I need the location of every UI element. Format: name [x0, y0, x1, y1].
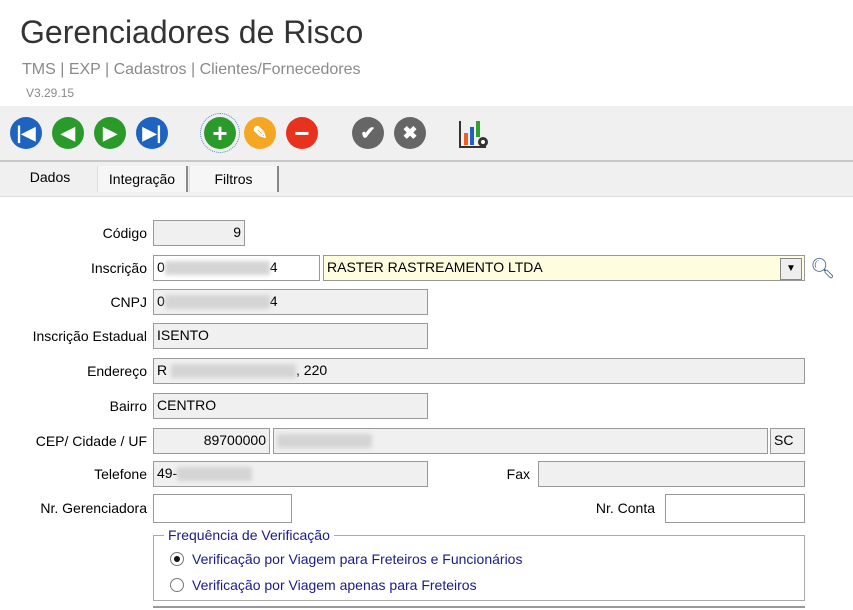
divider [153, 606, 805, 608]
ie-label: Inscrição Estadual [32, 328, 147, 344]
version-label: V3.29.15 [26, 86, 75, 100]
cnpj-prefix: 0 [157, 293, 165, 309]
nr-gerenciadora-field[interactable] [153, 494, 292, 523]
add-icon[interactable]: + [200, 113, 240, 153]
radio-label: Verificação por Viagem apenas para Frete… [192, 577, 477, 593]
fax-field[interactable] [538, 461, 805, 487]
radio-freteiros-funcionarios[interactable]: Verificação por Viagem para Freteiros e … [170, 551, 522, 567]
breadcrumb: TMS | EXP | Cadastros | Clientes/Fornece… [22, 61, 361, 78]
first-record-icon[interactable]: |◀ [10, 117, 42, 149]
radio-apenas-freteiros[interactable]: Verificação por Viagem apenas para Frete… [170, 577, 477, 593]
frequencia-groupbox: Frequência de Verificação Verificação po… [153, 527, 805, 601]
search-icon[interactable]: 🔍︎ [810, 256, 835, 281]
endereco-field[interactable]: R , 220 [153, 358, 805, 384]
cep-field[interactable]: 89700000 [153, 428, 270, 454]
inscricao-suffix: 4 [269, 259, 278, 275]
bairro-field[interactable]: CENTRO [153, 393, 428, 419]
telefone-field[interactable]: 49- [153, 461, 428, 487]
chevron-down-icon[interactable]: ▼ [780, 258, 802, 280]
report-settings-icon[interactable] [458, 117, 490, 149]
cep-label: CEP/ Cidade / UF [35, 433, 147, 449]
inscricao-name-combo[interactable]: RASTER RASTREAMENTO LTDA ▼ [323, 255, 805, 281]
cancel-icon[interactable]: ✖ [394, 117, 426, 149]
uf-field[interactable]: SC [770, 428, 805, 454]
cidade-field[interactable] [273, 428, 768, 454]
radio-unselected-icon[interactable] [170, 578, 184, 592]
radio-label: Verificação por Viagem para Freteiros e … [192, 551, 523, 567]
cnpj-suffix: 4 [269, 293, 278, 309]
tab-filtros[interactable]: Filtros [189, 166, 279, 192]
inscricao-name: RASTER RASTREAMENTO LTDA [327, 259, 543, 275]
endereco-suffix: , 220 [296, 362, 328, 378]
endereco-label: Endereço [87, 363, 147, 379]
ie-field[interactable]: ISENTO [153, 323, 428, 349]
confirm-icon[interactable]: ✔ [352, 117, 384, 149]
telefone-prefix: 49- [157, 465, 178, 481]
nr-conta-field[interactable] [665, 494, 805, 523]
previous-record-icon[interactable]: ◀ [52, 117, 84, 149]
nr-gerenciadora-label: Nr. Gerenciadora [40, 500, 147, 516]
redacted [164, 295, 270, 310]
codigo-field[interactable]: 9 [153, 220, 245, 246]
fax-label: Fax [506, 466, 530, 482]
redacted [277, 434, 372, 449]
radio-selected-icon[interactable] [170, 552, 184, 566]
redacted [177, 467, 253, 482]
bairro-label: Bairro [109, 398, 147, 414]
endereco-prefix: R [157, 362, 168, 378]
cnpj-field[interactable]: 04 [153, 289, 428, 315]
toolbar: |◀ ◀ ▶ ▶| + ✎ − ✔ ✖ [0, 106, 853, 162]
page-title: Gerenciadores de Risco [20, 14, 364, 50]
inscricao-label: Inscrição [90, 260, 147, 276]
frequencia-title: Frequência de Verificação [164, 527, 334, 543]
tab-integracao[interactable]: Integração [97, 166, 188, 192]
redacted [164, 261, 270, 276]
inscricao-field[interactable]: 04 [153, 255, 320, 281]
codigo-label: Código [102, 225, 147, 241]
telefone-label: Telefone [94, 466, 147, 482]
tab-dados[interactable]: Dados [4, 162, 96, 192]
nr-conta-label: Nr. Conta [595, 500, 655, 516]
cnpj-label: CNPJ [110, 294, 147, 310]
last-record-icon[interactable]: ▶| [136, 117, 168, 149]
delete-icon[interactable]: − [286, 117, 318, 149]
redacted [171, 364, 297, 379]
inscricao-prefix: 0 [157, 259, 165, 275]
next-record-icon[interactable]: ▶ [94, 117, 126, 149]
tab-strip: Dados Integração Filtros [0, 162, 853, 197]
edit-icon[interactable]: ✎ [244, 117, 276, 149]
